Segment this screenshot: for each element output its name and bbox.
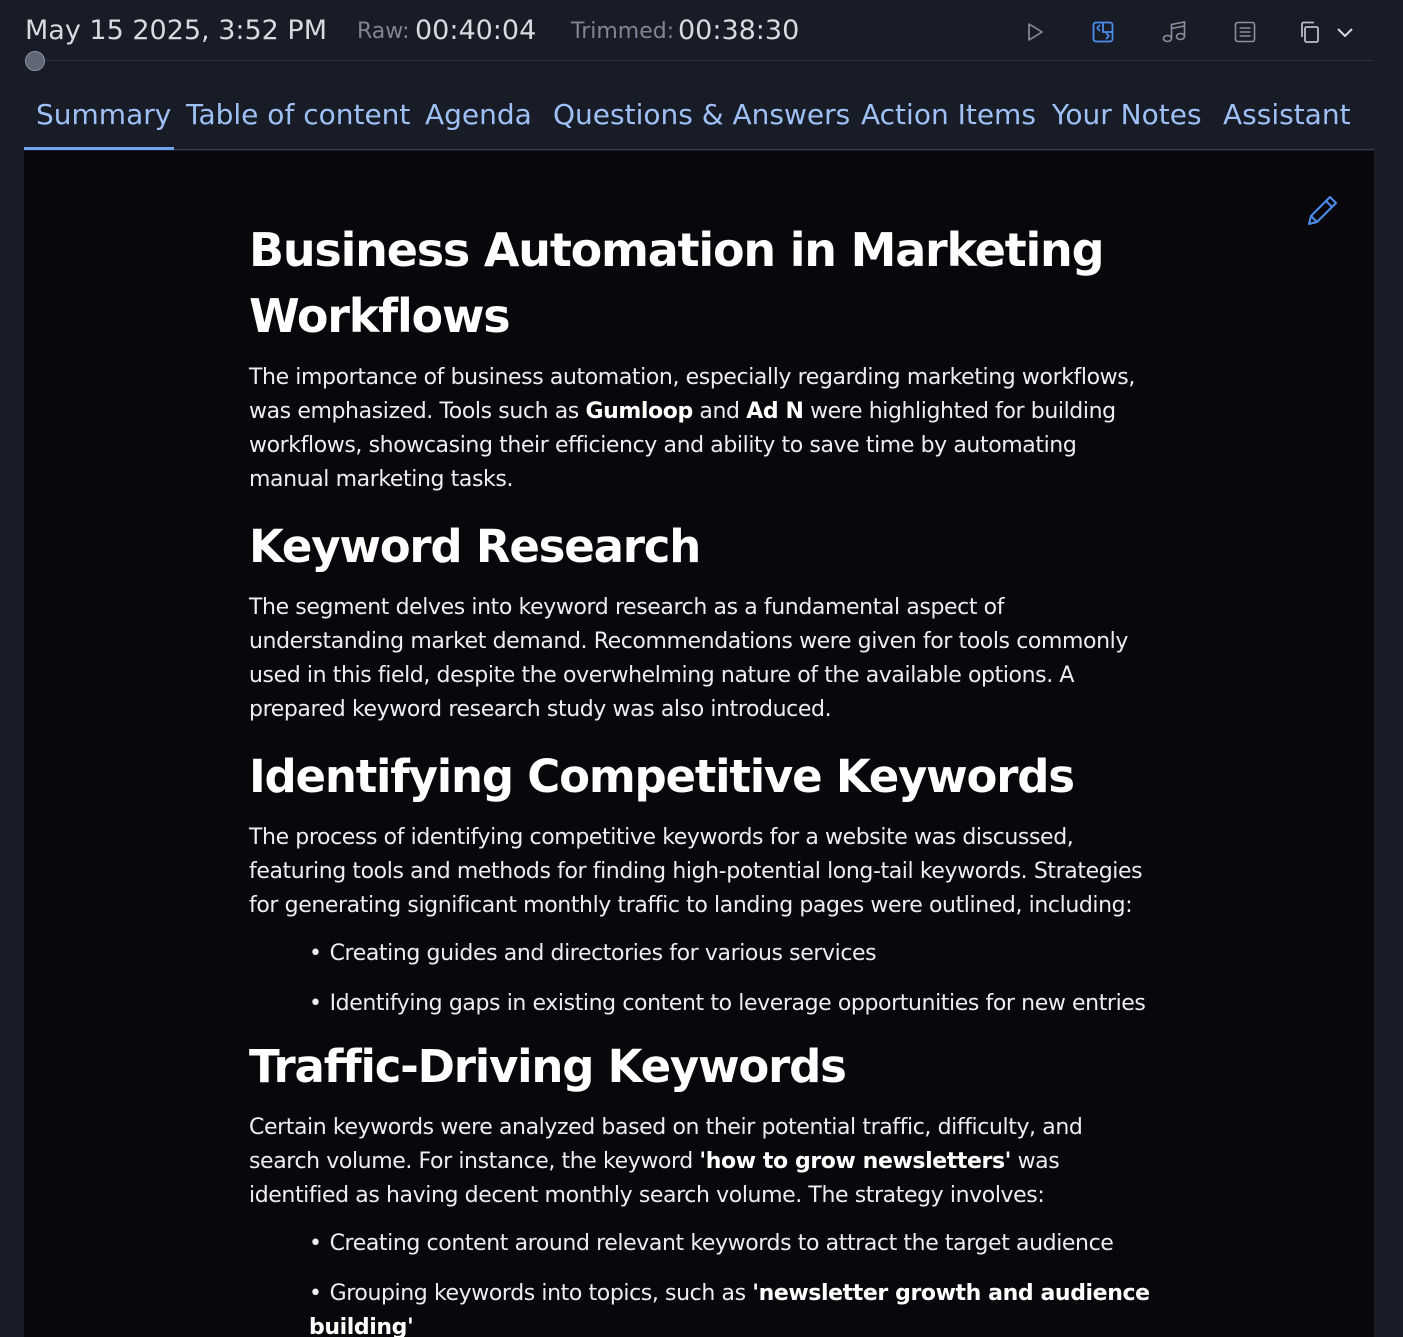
tab-bar: Summary Table of content Agenda Question… (24, 88, 1374, 150)
active-tab-indicator (24, 147, 174, 150)
tab-action-items[interactable]: Action Items (861, 98, 1036, 131)
tab-agenda[interactable]: Agenda (425, 98, 532, 131)
chevron-down-icon (1337, 28, 1353, 38)
tab-table-of-content[interactable]: Table of content (186, 98, 410, 131)
layout-view-button[interactable] (1085, 14, 1121, 50)
section-heading-traffic-keywords: Traffic-Driving Keywords (249, 1040, 847, 1093)
summary-panel: Business Automation in Marketing Workflo… (24, 151, 1374, 1337)
edit-summary-button[interactable] (1302, 191, 1342, 231)
keyword-research-paragraph: The segment delves into keyword research… (249, 595, 1128, 722)
list-item: • Creating content around relevant keywor… (309, 1231, 1114, 1256)
copy-button[interactable] (1292, 14, 1328, 50)
traffic-keywords-paragraph: Certain keywords were analyzed based on … (249, 1115, 1083, 1208)
tab-your-notes[interactable]: Your Notes (1052, 98, 1202, 131)
recording-datetime: May 15 2025, 3:52 PM (25, 15, 328, 46)
audio-button[interactable] (1156, 14, 1192, 50)
header-divider (24, 60, 1374, 61)
raw-duration-label: Raw: (357, 19, 410, 44)
music-note-icon (1162, 21, 1186, 43)
raw-duration-value: 00:40:04 (415, 15, 537, 46)
layout-icon (1092, 21, 1114, 43)
tab-summary[interactable]: Summary (36, 98, 171, 131)
pencil-icon (1308, 196, 1337, 225)
traffic-keywords-list: • Creating content around relevant keywor… (249, 1227, 1159, 1337)
competitive-keywords-list: • Creating guides and directories for var… (249, 937, 1159, 1021)
play-icon (1028, 23, 1043, 41)
timeline-scrubber-handle[interactable] (25, 51, 45, 71)
tab-assistant[interactable]: Assistant (1223, 98, 1351, 131)
list-item: • Creating guides and directories for var… (309, 941, 877, 966)
tab-questions-answers[interactable]: Questions & Answers (553, 98, 850, 131)
trimmed-duration-value: 00:38:30 (678, 15, 800, 46)
section-heading-competitive-keywords: Identifying Competitive Keywords (249, 750, 1075, 803)
summary-document: Business Automation in Marketing Workflo… (249, 217, 1159, 1337)
document-icon (1234, 21, 1256, 43)
intro-paragraph: The importance of business automation, e… (249, 365, 1135, 492)
list-item: • Grouping keywords into topics, such as … (309, 1281, 1150, 1337)
play-button[interactable] (1017, 14, 1053, 50)
list-item: • Identifying gaps in existing content to… (309, 991, 1146, 1016)
section-heading-keyword-research: Keyword Research (249, 520, 701, 573)
transcript-button[interactable] (1227, 14, 1263, 50)
competitive-keywords-paragraph: The process of identifying competitive k… (249, 825, 1143, 918)
copy-icon (1301, 21, 1319, 43)
summary-title: Business Automation in Marketing Workflo… (249, 223, 1105, 343)
recording-header: May 15 2025, 3:52 PM Raw: 00:40:04 Trimm… (0, 0, 1403, 71)
copy-options-dropdown[interactable] (1327, 14, 1363, 50)
trimmed-duration-label: Trimmed: (571, 19, 675, 44)
